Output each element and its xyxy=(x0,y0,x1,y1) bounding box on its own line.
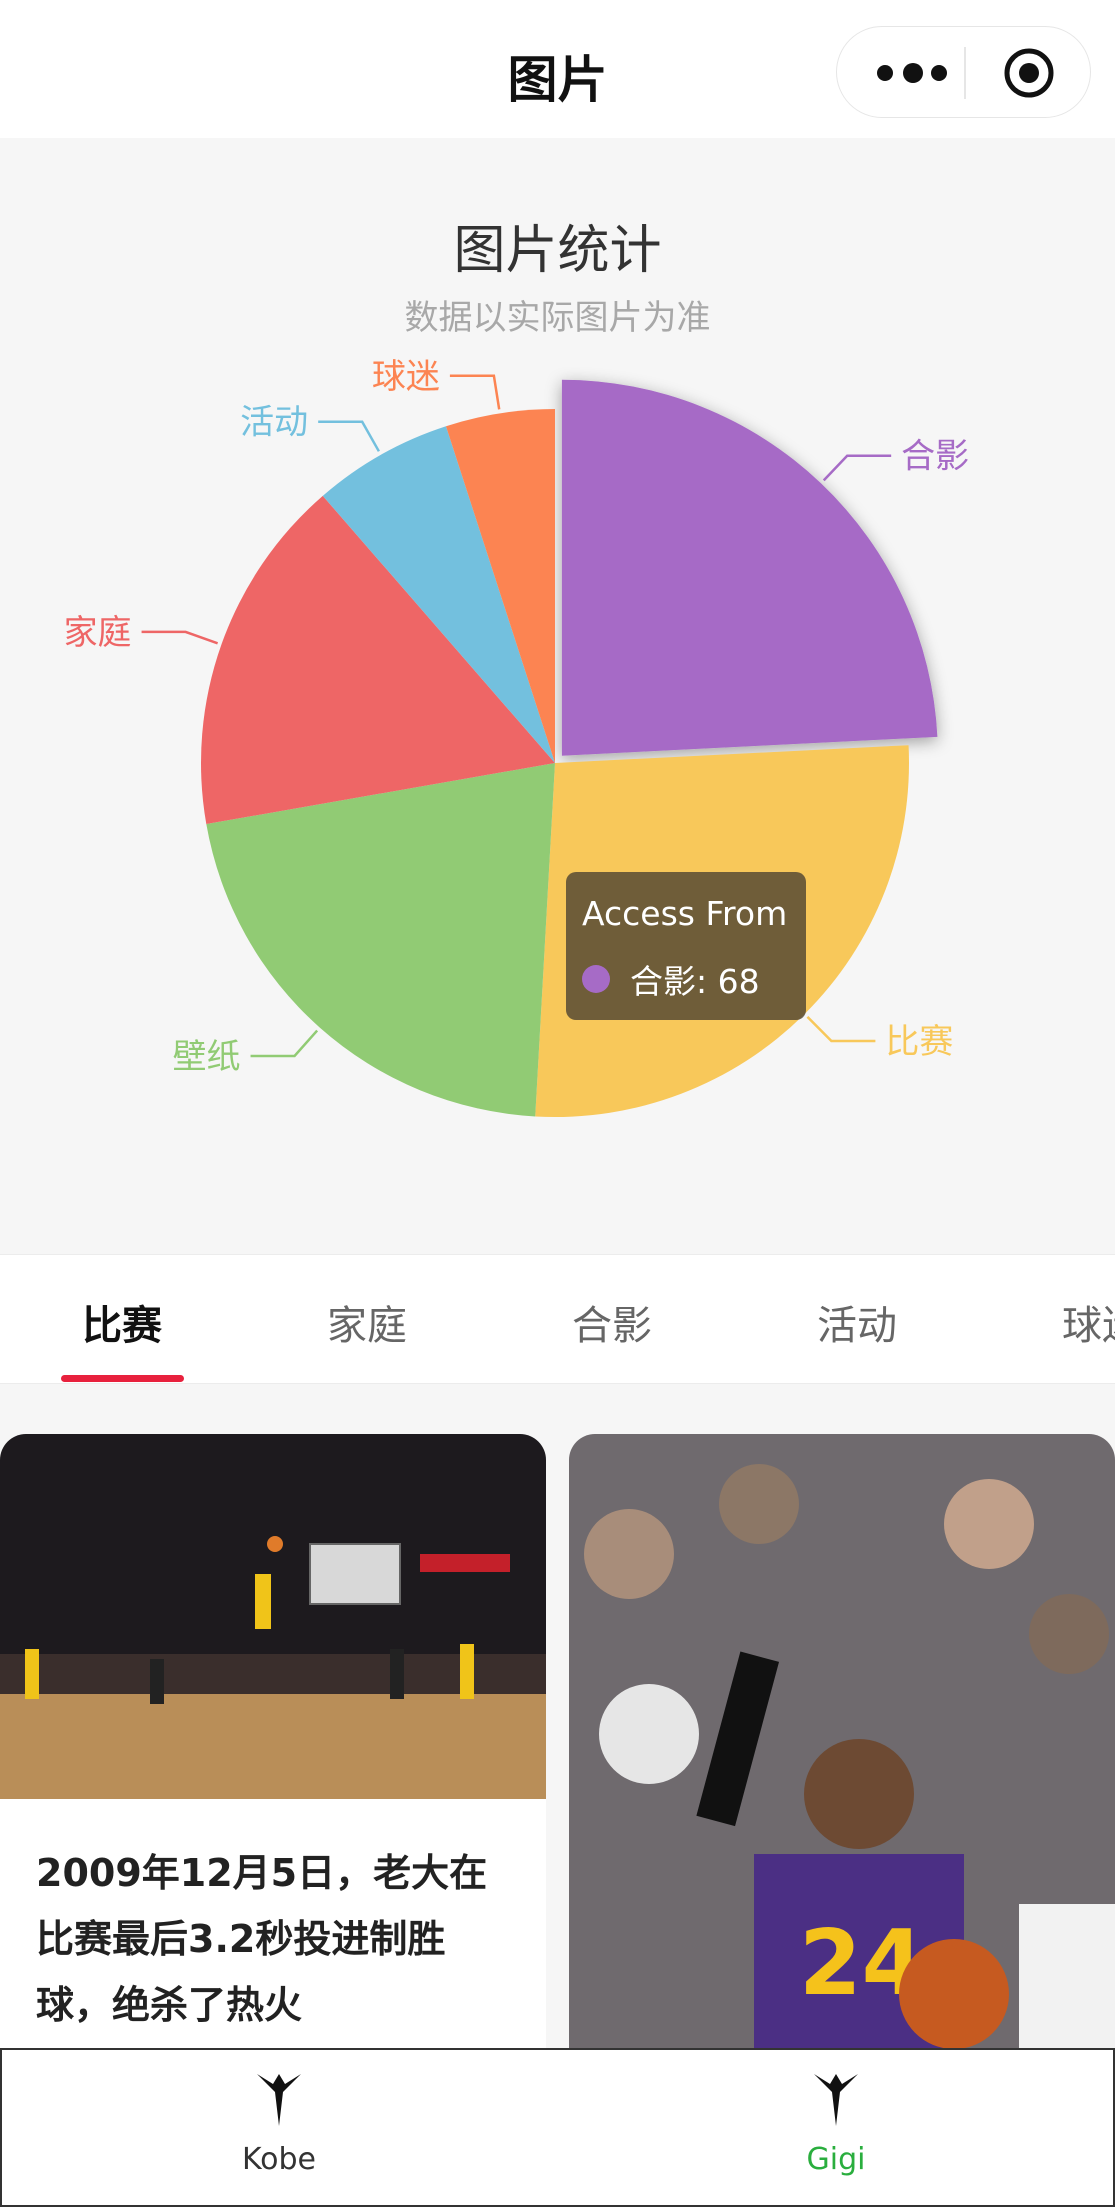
pie-label-line xyxy=(250,1029,319,1058)
capsule-divider xyxy=(964,47,966,99)
kobe-logo-icon xyxy=(814,2074,858,2126)
kobe-logo-icon xyxy=(257,2074,301,2126)
card-caption: 2009年12月5日，老大在比赛最后3.2秒投进制胜球，绝杀了热火 xyxy=(36,1851,488,2027)
more-options-icon[interactable] xyxy=(875,55,947,91)
tooltip-marker xyxy=(582,965,610,993)
pie-slice-label: 家庭 xyxy=(64,613,132,653)
photo-card[interactable]: 24 xyxy=(569,1434,1115,2074)
pie-slice-label: 活动 xyxy=(240,403,308,443)
tooltip-title: Access From xyxy=(582,894,788,933)
card-photo-basketball-game xyxy=(0,1434,546,1799)
pie-label-line xyxy=(822,454,892,482)
nav-bar: 图片 xyxy=(0,0,1115,138)
active-tab-indicator xyxy=(61,1375,184,1382)
chart-panel: 图片统计 数据以实际图片为准 合影 比赛 壁纸 家庭 活动 球迷 Access From … xyxy=(0,138,1115,1254)
tooltip-value: 合影: 68 xyxy=(630,962,760,1001)
pie-label-line xyxy=(318,420,380,452)
tabbar-label-gigi: Gigi xyxy=(806,2142,866,2177)
tab-group-photo[interactable]: 合影 xyxy=(542,1293,682,1351)
pie-label-line xyxy=(806,1015,876,1043)
card-photo-kobe-waving: 24 xyxy=(569,1434,1115,2074)
pie-label-line xyxy=(141,630,219,645)
bottom-tab-bar: Kobe Gigi xyxy=(0,2048,1115,2207)
pie-slice[interactable] xyxy=(206,763,556,1117)
category-tabs: 比赛 家庭 合影 活动 球迷 xyxy=(0,1254,1115,1384)
mini-program-capsule xyxy=(836,26,1091,118)
pie-slice-label: 合影 xyxy=(901,437,969,477)
tabbar-item-kobe[interactable]: Kobe xyxy=(179,2070,379,2177)
photo-card[interactable]: 2009年12月5日，老大在比赛最后3.2秒投进制胜球，绝杀了热火 xyxy=(0,1434,546,2074)
pie-slice-label: 球迷 xyxy=(372,357,440,397)
tabbar-item-gigi[interactable]: Gigi xyxy=(736,2070,936,2177)
tab-fans[interactable]: 球迷 xyxy=(1032,1293,1115,1351)
close-miniprogram-icon[interactable] xyxy=(1003,47,1055,99)
chart-tooltip: Access From 合影: 68 xyxy=(566,872,806,1020)
pie-slice-label: 壁纸 xyxy=(173,1037,241,1077)
tab-match[interactable]: 比赛 xyxy=(52,1293,192,1351)
pie-label-line xyxy=(449,374,501,410)
pie-slice[interactable] xyxy=(561,379,938,756)
pie-slice-label: 比赛 xyxy=(885,1022,953,1062)
tab-family[interactable]: 家庭 xyxy=(297,1293,437,1351)
pie-chart[interactable]: 合影比赛 壁纸 家庭 活动 球迷 xyxy=(0,138,1115,1254)
tabbar-label-kobe: Kobe xyxy=(241,2142,317,2177)
tab-event[interactable]: 活动 xyxy=(787,1293,927,1351)
